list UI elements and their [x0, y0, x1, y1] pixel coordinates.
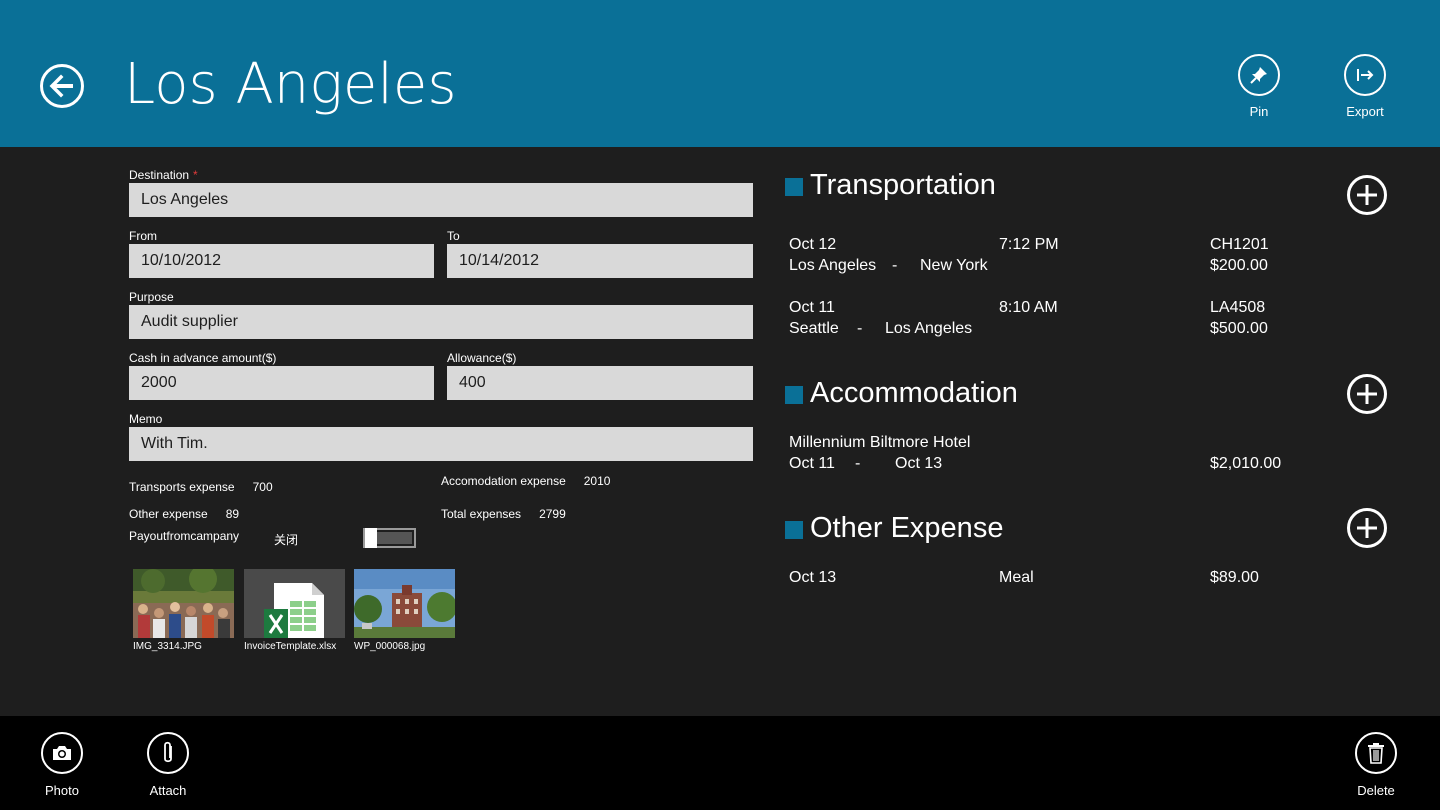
allowance-label: Allowance($) — [447, 351, 517, 365]
required-mark: * — [193, 168, 198, 182]
attachment-filename: IMG_3314.JPG — [133, 641, 202, 652]
photo-thumbnail — [133, 569, 234, 638]
bottom-app-bar: Photo Attach Delete — [0, 716, 1440, 810]
other-expense-label: Other expense — [129, 507, 208, 521]
excel-file-icon — [244, 569, 345, 638]
add-other-expense-button[interactable] — [1347, 508, 1387, 548]
transport-to: New York — [920, 257, 988, 274]
payout-toggle[interactable] — [363, 528, 416, 548]
other-expense: Other expense 89 — [129, 507, 239, 521]
transport-time: 8:10 AM — [999, 299, 1058, 316]
export-button[interactable]: Export — [1325, 54, 1405, 119]
transport-date: Oct 12 — [789, 236, 837, 253]
total-expenses: Total expenses 2799 — [441, 507, 566, 521]
memo-input[interactable]: With Tim. — [129, 427, 753, 461]
expense-date: Oct 13 — [789, 569, 837, 586]
cash-input[interactable]: 2000 — [129, 366, 434, 400]
transport-amount: $500.00 — [1210, 320, 1268, 337]
expense-type: Meal — [999, 569, 1034, 586]
campus-photo-icon — [354, 569, 455, 638]
add-accommodation-button[interactable] — [1347, 374, 1387, 414]
purpose-input[interactable]: Audit supplier — [129, 305, 753, 339]
trash-icon — [1368, 743, 1384, 764]
payout-label: Payoutfromcampany — [129, 529, 240, 543]
arrow-left-icon — [49, 74, 73, 98]
accommodation-expense-label: Accomodation expense — [441, 474, 566, 488]
to-label: To — [447, 229, 460, 243]
to-date-input[interactable]: 10/14/2012 — [447, 244, 753, 278]
paperclip-icon — [164, 741, 172, 763]
attach-label: Attach — [149, 783, 187, 798]
attachment-photo-2[interactable]: WP_000068.jpg — [354, 569, 455, 652]
delete-label: Delete — [1357, 783, 1395, 798]
transports-expense-value: 700 — [252, 480, 273, 494]
transport-code: CH1201 — [1210, 236, 1269, 253]
checkout-date: Oct 13 — [895, 455, 943, 472]
pin-button[interactable]: Pin — [1219, 54, 1299, 119]
page-title: Los Angeles — [124, 52, 457, 117]
total-expenses-value: 2799 — [539, 507, 566, 521]
accommodation-expense-value: 2010 — [583, 474, 611, 488]
transport-separator: - — [857, 320, 863, 337]
transport-date: Oct 11 — [789, 299, 835, 316]
camera-icon — [53, 746, 71, 760]
transportation-title: Transportation — [810, 169, 996, 201]
crowd-photo-icon — [133, 569, 234, 638]
hotel-name: Millennium Biltmore Hotel — [789, 434, 971, 451]
export-icon — [1357, 69, 1374, 81]
transports-expense-label: Transports expense — [129, 480, 235, 494]
purpose-label: Purpose — [129, 290, 174, 304]
attachment-photo-1[interactable]: IMG_3314.JPG — [133, 569, 234, 652]
transport-amount: $200.00 — [1210, 257, 1268, 274]
pin-label: Pin — [1249, 104, 1269, 119]
attachment-filename: WP_000068.jpg — [354, 641, 426, 652]
delete-button[interactable]: Delete — [1336, 732, 1416, 798]
payout-state-text: 关闭 — [274, 533, 299, 547]
attachment-excel[interactable]: InvoiceTemplate.xlsx — [244, 569, 345, 652]
other-expense-title: Other Expense — [810, 512, 1004, 544]
back-button[interactable] — [40, 64, 84, 108]
accommodation-title: Accommodation — [810, 377, 1018, 409]
date-separator: - — [855, 455, 861, 472]
cash-label: Cash in advance amount($) — [129, 351, 277, 365]
checkin-date: Oct 11 — [789, 455, 835, 472]
pin-icon — [1250, 67, 1267, 84]
destination-input[interactable]: Los Angeles — [129, 183, 753, 217]
transport-to: Los Angeles — [885, 320, 973, 337]
destination-label: Destination * — [129, 168, 198, 182]
add-transportation-button[interactable] — [1347, 175, 1387, 215]
export-label: Export — [1346, 104, 1384, 119]
toggle-thumb — [365, 528, 377, 548]
excel-thumbnail — [244, 569, 345, 638]
toggle-track — [377, 532, 412, 544]
attach-button[interactable]: Attach — [128, 732, 208, 798]
destination-label-text: Destination — [129, 168, 190, 182]
photo-thumbnail — [354, 569, 455, 638]
total-expenses-label: Total expenses — [441, 507, 522, 521]
accommodation-amount: $2,010.00 — [1210, 455, 1282, 472]
from-date-input[interactable]: 10/10/2012 — [129, 244, 434, 278]
from-label: From — [129, 229, 157, 243]
transport-code: LA4508 — [1210, 299, 1266, 316]
transport-time: 7:12 PM — [999, 236, 1059, 253]
transports-expense: Transports expense 700 — [129, 480, 273, 494]
other-expense-marker — [785, 521, 803, 539]
accommodation-expense: Accomodation expense 2010 — [441, 474, 610, 488]
accommodation-marker — [785, 386, 803, 404]
other-expense-value: 89 — [225, 507, 240, 521]
transport-from: Los Angeles — [789, 257, 877, 274]
memo-label: Memo — [129, 412, 163, 426]
transport-separator: - — [892, 257, 898, 274]
attachment-filename: InvoiceTemplate.xlsx — [244, 641, 337, 652]
photo-label: Photo — [45, 783, 79, 798]
expense-amount: $89.00 — [1210, 569, 1259, 586]
photo-button[interactable]: Photo — [22, 732, 102, 798]
allowance-input[interactable]: 400 — [447, 366, 753, 400]
transport-from: Seattle — [789, 320, 839, 337]
app-header: Los Angeles Pin Export — [0, 0, 1440, 147]
transportation-marker — [785, 178, 803, 196]
